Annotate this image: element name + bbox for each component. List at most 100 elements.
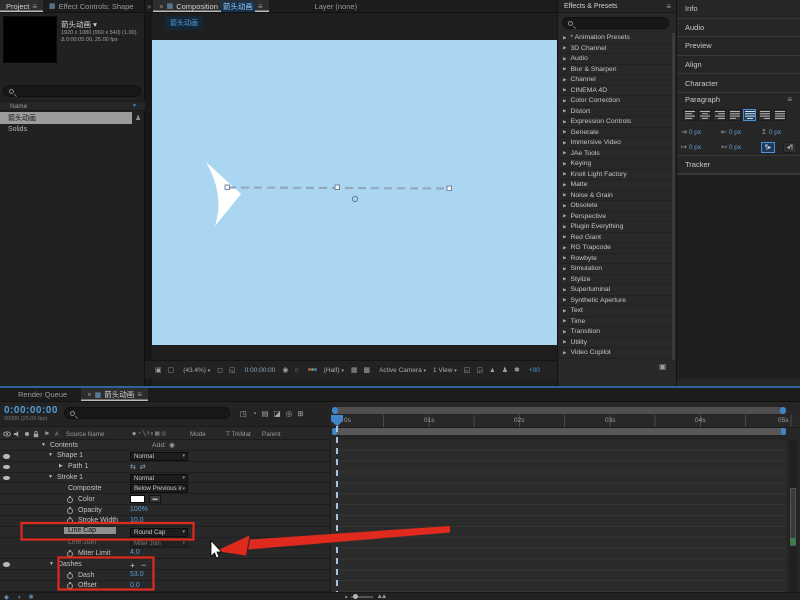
justify-last-left-button[interactable] <box>728 109 741 121</box>
stopwatch-icon[interactable] <box>67 583 73 589</box>
project-list-item[interactable]: ▶ Solids ♟ <box>0 124 145 136</box>
collapsed-panel-header[interactable]: Preview <box>677 37 800 56</box>
timeline-property-row[interactable]: Stroke 1 Normal ▾ Normal ⇆ ⇄ ▬ + − Add: … <box>0 473 330 484</box>
timeline-property-row[interactable]: Shape 1 Normal ▾ Normal ⇆ ⇄ ▬ + − Add: ◉ <box>0 451 330 462</box>
property-value[interactable]: 53.0 <box>130 571 144 578</box>
property-dropdown[interactable]: Miter Join ▾ <box>130 539 188 548</box>
viewer-timecode[interactable]: 0:00:00:00 <box>245 367 276 374</box>
panel-menu-icon[interactable]: ≡ <box>32 2 37 11</box>
twirl-icon[interactable] <box>59 463 63 469</box>
lock-icon[interactable] <box>32 430 40 438</box>
twirl-closed-icon[interactable]: ▶ <box>563 203 566 209</box>
twirl-icon[interactable] <box>48 474 53 480</box>
source-name-column[interactable]: Source Name <box>66 431 105 438</box>
effects-category-row[interactable]: ▶ Synthetic Aperture <box>558 296 672 307</box>
tab-composition[interactable]: × ▦ Composition 箭头动画 ≡ <box>153 0 268 12</box>
sort-triangle-icon[interactable]: ▼ <box>132 103 137 109</box>
panel-menu-icon[interactable]: ≡ <box>137 390 142 399</box>
effects-category-row[interactable]: ▶ Audio <box>558 54 672 65</box>
twirl-closed-icon[interactable]: ▶ <box>563 329 566 335</box>
channels-icon[interactable] <box>308 368 317 372</box>
visibility-eye-icon[interactable] <box>3 454 10 459</box>
twirl-closed-icon[interactable]: ▶ <box>563 140 566 146</box>
effects-category-row[interactable]: ▶ Knoll Light Factory <box>558 170 672 181</box>
twirl-icon[interactable] <box>48 452 53 458</box>
panel-menu-icon[interactable]: ≡ <box>666 2 671 11</box>
magnification-dropdown[interactable]: (43.4%) ▾ <box>183 367 210 374</box>
twirl-closed-icon[interactable]: ▶ <box>563 66 566 72</box>
trkmat-column[interactable]: T TrkMat <box>226 431 251 438</box>
property-dropdown[interactable]: Normal ▾ <box>130 474 188 483</box>
arrow-head-shape[interactable] <box>206 162 241 226</box>
timeline-search-input[interactable] <box>64 407 230 419</box>
indent-value[interactable]: 0 px <box>689 144 701 151</box>
color-swatch[interactable] <box>130 495 145 503</box>
timeline-property-row[interactable]: Dash 53.0 ▾ 53.0 ⇆ ⇄ ▬ + − Add: ◉ <box>0 570 330 581</box>
path-direction-icons[interactable]: ⇆ ⇄ <box>130 463 147 471</box>
effects-category-row[interactable]: ▶ Keying <box>558 159 672 170</box>
collapsed-panel-header[interactable]: Audio <box>677 19 800 38</box>
path-vertex-handle[interactable] <box>335 185 340 190</box>
property-value[interactable]: 0.0 <box>130 582 140 589</box>
indent-value[interactable]: 0 px <box>729 129 741 136</box>
add-icon[interactable]: ◉ <box>169 441 175 449</box>
project-list-item[interactable]: ▶ 箭头动画 ♟ <box>0 112 132 124</box>
mask-roi-icons[interactable]: ◻ ◱ <box>217 366 237 374</box>
effects-category-row[interactable]: ▶ Utility <box>558 338 672 349</box>
visibility-eye-icon[interactable] <box>3 465 10 470</box>
twirl-closed-icon[interactable]: ▶ <box>563 35 566 41</box>
zoom-in-mountain-icon[interactable]: ▲▲ <box>376 593 385 600</box>
effects-category-row[interactable]: ▶ Rowbyte <box>558 254 672 265</box>
effects-category-row[interactable]: ▶ Superluminal <box>558 285 672 296</box>
effects-search-input[interactable] <box>562 17 669 29</box>
indent-value[interactable]: 0 px <box>769 129 781 136</box>
effects-category-row[interactable]: ▶ Blur & Sharpen <box>558 65 672 76</box>
parent-column[interactable]: Parent <box>262 431 281 438</box>
effects-panel-header[interactable]: Effects & Presets ≡ <box>558 0 677 13</box>
visibility-eye-icon[interactable] <box>3 562 10 567</box>
collapsed-panel-header[interactable]: Align <box>677 56 800 75</box>
property-dropdown[interactable]: Round Cap ▾ <box>130 528 188 537</box>
viewer-comp-tab[interactable]: 箭头动画 <box>165 16 203 30</box>
view-layout-dropdown[interactable]: 1 View ▾ <box>433 367 457 374</box>
video-eye-icon[interactable] <box>3 430 11 438</box>
layer-switches-icons[interactable]: ◆◔╲fx▦◎ <box>132 431 168 437</box>
timeline-track-area[interactable] <box>330 440 786 592</box>
twirl-closed-icon[interactable]: ▶ <box>563 266 566 272</box>
viewer-right-icons[interactable]: ◱ ◲ ▲ ♟ ✱ <box>464 366 522 374</box>
property-value[interactable]: 10.0 <box>130 517 144 524</box>
zoom-slider-track[interactable] <box>351 596 373 598</box>
twirl-closed-icon[interactable]: ▶ <box>563 234 566 240</box>
paragraph-panel-header[interactable]: Paragraph ≡ <box>677 93 800 106</box>
panel-menu-icon[interactable]: ≡ <box>258 2 263 11</box>
twirl-closed-icon[interactable]: ▶ <box>563 308 566 314</box>
twirl-closed-icon[interactable]: ▶ <box>563 87 566 93</box>
panel-overflow-chevron[interactable]: » <box>145 0 153 12</box>
effects-category-row[interactable]: ▶ RG Trapcode <box>558 243 672 254</box>
stopwatch-icon[interactable] <box>67 551 73 557</box>
effects-category-row[interactable]: ▶ Simulation <box>558 264 672 275</box>
twirl-closed-icon[interactable]: ▶ <box>563 171 566 177</box>
timeline-vertical-scrollbar[interactable] <box>789 440 797 592</box>
timeline-property-row[interactable]: Offset 0.0 ▾ 0.0 ⇆ ⇄ ▬ + − Add: ◉ <box>0 581 330 592</box>
effects-category-row[interactable]: ▶ Perspective <box>558 212 672 223</box>
twirl-closed-icon[interactable]: ▶ <box>563 77 566 83</box>
twirl-closed-icon[interactable]: ▶ <box>563 213 566 219</box>
timeline-property-row[interactable]: Line Cap Round Cap ▾ Round Cap ⇆ ⇄ ▬ + −… <box>0 527 330 538</box>
camera-dropdown[interactable]: Active Camera ▾ <box>379 367 426 374</box>
zoom-slider-knob[interactable] <box>353 594 358 599</box>
twirl-closed-icon[interactable]: ▶ <box>563 297 566 303</box>
tracker-panel-header[interactable]: Tracker <box>677 155 800 174</box>
twirl-closed-icon[interactable]: ▶ <box>563 276 566 282</box>
color-swatch-control[interactable]: ▬ <box>130 495 161 503</box>
twirl-closed-icon[interactable]: ▶ <box>563 119 566 125</box>
layer-number-column[interactable]: # <box>55 431 59 438</box>
effects-category-row[interactable]: ▶ 3D Channel <box>558 44 672 55</box>
panel-menu-icon[interactable]: ≡ <box>787 95 792 104</box>
time-navigator-bar[interactable] <box>332 407 786 414</box>
twirl-closed-icon[interactable]: ▶ <box>563 287 566 293</box>
timeline-property-row[interactable]: Path 1 ▾ ⇆ ⇄ ▬ + − Add: ◉ <box>0 462 330 473</box>
align-right-button[interactable] <box>713 109 726 121</box>
align-left-button[interactable] <box>683 109 696 121</box>
twirl-closed-icon[interactable]: ▶ <box>563 108 566 114</box>
